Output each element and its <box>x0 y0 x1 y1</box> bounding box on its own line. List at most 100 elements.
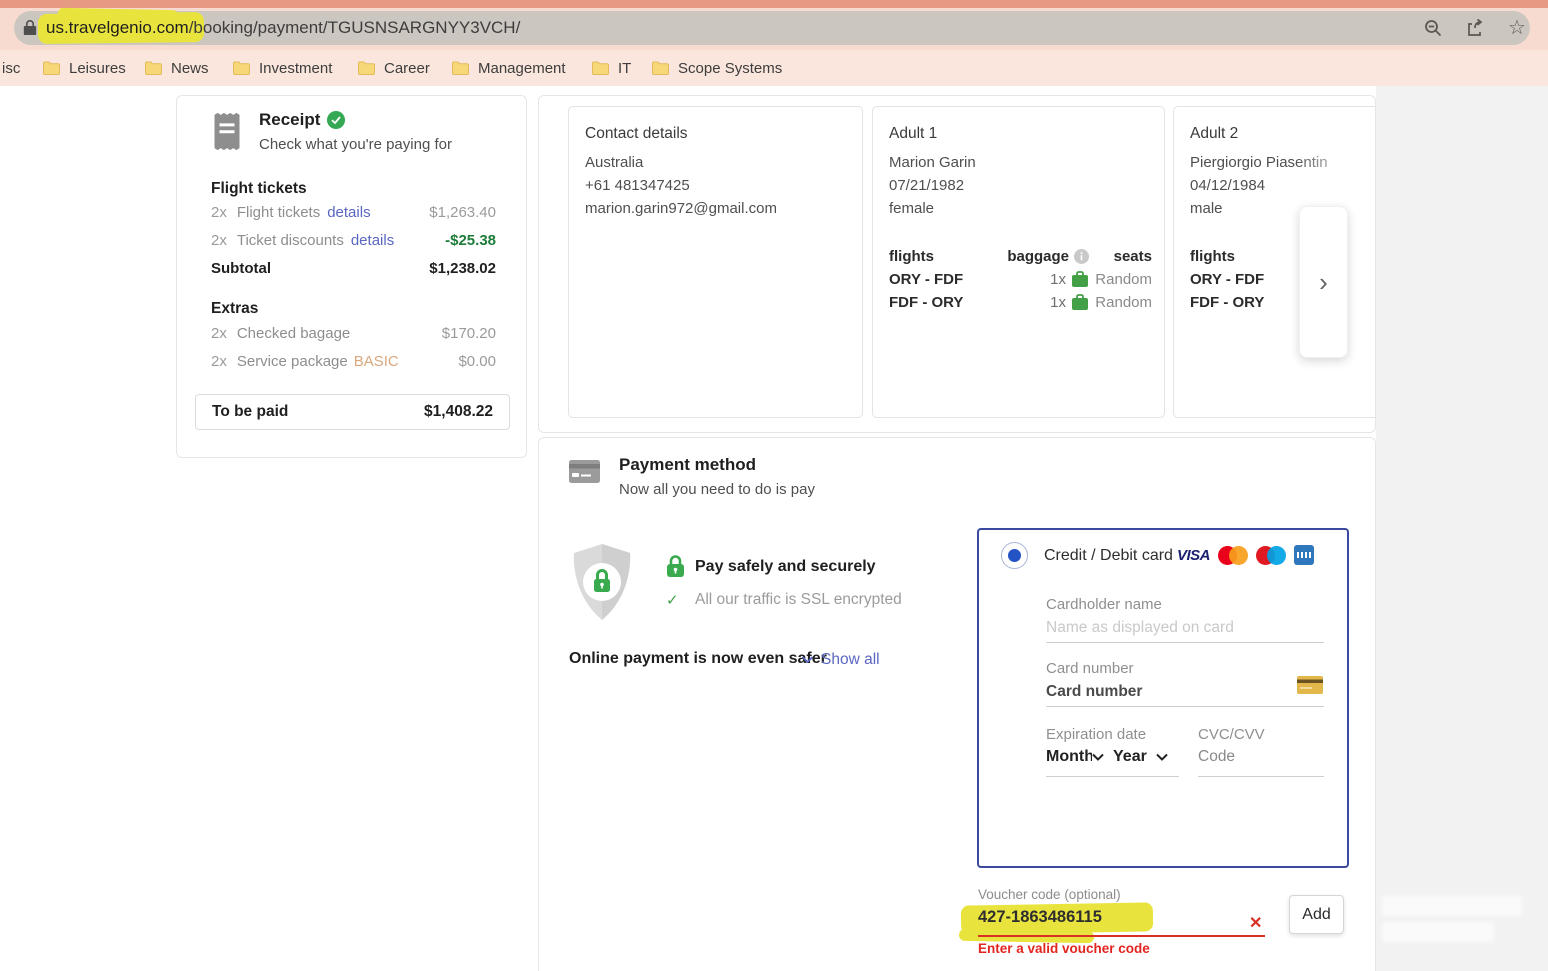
seat-value: Random <box>1089 271 1152 288</box>
receipt-subtitle: Check what you're paying for <box>259 136 452 153</box>
row-label: Service package <box>237 353 348 370</box>
check-icon: ✓ <box>666 591 679 609</box>
add-voucher-button[interactable]: Add <box>1289 895 1344 934</box>
flight-row: ORY - FDF 1x Random <box>889 268 1152 291</box>
row-amount: $170.20 <box>442 325 496 342</box>
name-fade-overlay <box>1294 147 1376 173</box>
subtotal-label: Subtotal <box>211 260 271 277</box>
check-circle-icon <box>327 111 345 129</box>
bookmark-item-it[interactable]: IT <box>592 50 631 86</box>
to-be-paid-box: To be paid $1,408.22 <box>195 394 510 430</box>
receipt-row-service-package: 2x Service package BASIC $0.00 <box>211 353 496 370</box>
cardholder-label: Cardholder name <box>1046 596 1162 613</box>
col-seats: seats <box>1089 248 1152 265</box>
bookmark-label: Career <box>384 60 430 77</box>
receipt-icon <box>212 112 242 151</box>
url-text: us.travelgenio.com/booking/payment/TGUSN… <box>46 11 520 45</box>
bookmark-item-management[interactable]: Management <box>452 50 566 86</box>
baggage-icon <box>1071 294 1089 311</box>
bookmark-item-career[interactable]: Career <box>358 50 430 86</box>
row-qty: 2x <box>211 353 227 370</box>
cardholder-input[interactable]: Name as displayed on card <box>1046 619 1234 637</box>
col-flights: flights <box>889 248 984 265</box>
carousel-next-button[interactable]: › <box>1299 206 1348 358</box>
subtotal-amount: $1,238.02 <box>429 260 496 277</box>
flights-table-header: flights baggage seats <box>889 245 1152 268</box>
chevron-down-icon <box>801 655 814 664</box>
passenger-dob: 04/12/1984 <box>1190 174 1369 197</box>
card-number-input[interactable]: Card number <box>1046 683 1142 701</box>
bookmark-star-icon[interactable]: ☆ <box>1506 17 1528 39</box>
col-baggage: baggage <box>1007 248 1069 265</box>
lock-icon[interactable] <box>23 19 37 36</box>
contact-phone: +61 481347425 <box>585 174 846 197</box>
bookmark-label: IT <box>618 60 631 77</box>
passenger-title: Adult 1 <box>889 125 1148 143</box>
clear-voucher-icon[interactable]: ✕ <box>1249 913 1262 933</box>
show-all-link[interactable]: Show all <box>821 651 880 669</box>
zoom-out-icon[interactable] <box>1422 17 1444 39</box>
adult-1-card: Adult 1 Marion Garin 07/21/1982 female f… <box>872 106 1165 418</box>
payment-method-panel: Payment method Now all you need to do is… <box>538 437 1376 971</box>
row-qty: 2x <box>211 232 227 249</box>
flight-code: FDF - ORY <box>889 294 984 311</box>
amex-icon <box>1294 545 1314 565</box>
bookmarks-bar: isc Leisures News Investment Career Mana… <box>0 50 1548 86</box>
receipt-row-ticket-discounts: 2x Ticket discounts details -$25.38 <box>211 232 496 249</box>
receipt-panel: Receipt Check what you're paying for Fli… <box>176 95 527 458</box>
bookmark-label: Management <box>478 60 566 77</box>
section-flight-tickets: Flight tickets <box>211 180 496 198</box>
browser-toolbar: us.travelgenio.com/booking/payment/TGUSN… <box>0 8 1548 50</box>
credit-card-radio[interactable] <box>1001 542 1028 569</box>
lock-icon <box>666 555 685 578</box>
url-path: /booking/payment/TGUSNSARGNYY3VCH/ <box>189 18 521 37</box>
passenger-title: Adult 2 <box>1190 125 1369 143</box>
row-qty: 2x <box>211 204 227 221</box>
voucher-input[interactable]: 427-1863486115 <box>978 908 1102 927</box>
chevron-down-icon <box>1156 753 1168 761</box>
watermark <box>1382 896 1522 916</box>
bookmark-item-scope-systems[interactable]: Scope Systems <box>652 50 782 86</box>
watermark <box>1382 922 1494 942</box>
row-label: Checked bagage <box>237 325 350 342</box>
month-select[interactable]: Month <box>1046 748 1104 766</box>
row-label: Ticket discounts <box>237 232 344 249</box>
visa-icon: VISA <box>1177 547 1210 564</box>
row-qty: 2x <box>211 325 227 342</box>
receipt-row-flight-tickets: 2x Flight tickets details $1,263.40 <box>211 204 496 221</box>
input-underline <box>1198 776 1324 777</box>
year-value: Year <box>1113 748 1147 766</box>
gold-card-icon <box>1297 676 1323 694</box>
receipt-row-checked-bagage: 2x Checked bagage $170.20 <box>211 325 496 342</box>
bookmark-item-investment[interactable]: Investment <box>233 50 332 86</box>
bag-count: 1x <box>1050 271 1066 288</box>
address-bar[interactable]: us.travelgenio.com/booking/payment/TGUSN… <box>14 11 1530 45</box>
secure-subtitle: All our traffic is SSL encrypted <box>695 591 902 609</box>
bookmark-item-partial[interactable]: isc <box>2 50 20 86</box>
passengers-panel: Contact details Australia +61 481347425 … <box>538 95 1376 433</box>
bookmark-label: Leisures <box>69 60 126 77</box>
maestro-icon <box>1256 546 1286 565</box>
details-link[interactable]: details <box>351 232 394 249</box>
details-link[interactable]: details <box>327 204 370 221</box>
payment-subtitle: Now all you need to do is pay <box>619 481 815 498</box>
folder-icon <box>452 61 469 75</box>
bookmark-item-news[interactable]: News <box>145 50 209 86</box>
radio-dot <box>1008 549 1021 562</box>
voucher-label: Voucher code (optional) <box>978 887 1121 902</box>
secure-title: Pay safely and securely <box>695 558 876 576</box>
year-select[interactable]: Year <box>1113 748 1168 766</box>
info-icon[interactable] <box>1074 249 1089 264</box>
to-be-paid-label: To be paid <box>212 403 288 421</box>
voucher-error-text: Enter a valid voucher code <box>978 941 1150 956</box>
section-extras: Extras <box>211 300 496 318</box>
bookmark-item-leisures[interactable]: Leisures <box>43 50 126 86</box>
share-icon[interactable] <box>1464 17 1486 39</box>
card-brand-logos: VISA <box>1177 545 1314 565</box>
cvc-input[interactable]: Code <box>1198 748 1235 766</box>
cvc-label: CVC/CVV <box>1198 726 1265 743</box>
chevron-down-icon <box>1092 753 1104 761</box>
expiration-label: Expiration date <box>1046 726 1146 743</box>
contact-email: marion.garin972@gmail.com <box>585 197 846 220</box>
folder-icon <box>358 61 375 75</box>
